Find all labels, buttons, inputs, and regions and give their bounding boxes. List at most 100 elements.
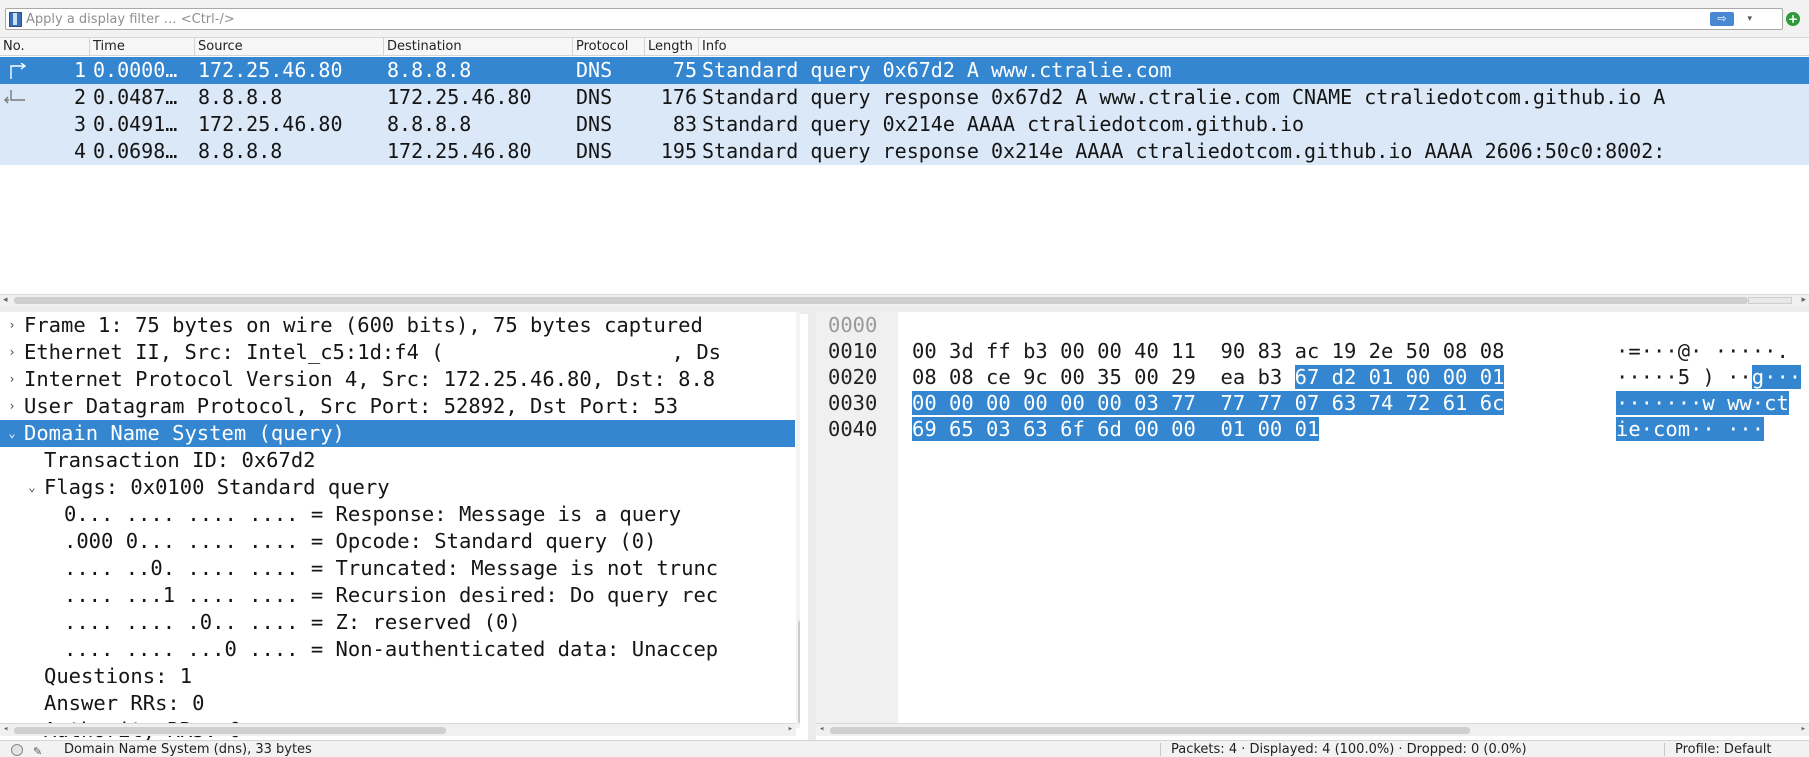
filter-bookmark-icon[interactable] — [9, 12, 22, 27]
detail-tree-row[interactable]: .... .... .0.. .... = Z: reserved (0) — [0, 609, 795, 636]
scrollbar-track-end[interactable] — [1748, 297, 1792, 304]
detail-tree-row[interactable]: .... .... ...0 .... = Non-authenticated … — [0, 636, 795, 663]
status-separator — [1664, 743, 1665, 756]
hex-bytes[interactable]: 69 65 03 63 6f 6d 00 00 01 00 01 — [912, 416, 1320, 442]
detail-tree-row[interactable]: › Frame 1: 75 bytes on wire (600 bits), 7… — [0, 312, 795, 339]
scroll-left-arrow-icon[interactable]: ◂ — [819, 724, 824, 734]
bytes-row[interactable]: 0040 69 65 03 63 6f 6d 00 00 01 00 01 ie·c… — [816, 416, 1809, 442]
packet-cell-destination: 8.8.8.8 — [387, 58, 472, 82]
tree-expanded-arrow-icon[interactable]: ⌄ — [25, 474, 39, 501]
detail-row-text: Internet Protocol Version 4, Src: 172.25… — [24, 367, 716, 391]
filter-history-dropdown-icon[interactable]: ▾ — [1747, 11, 1752, 27]
scroll-left-arrow-icon[interactable]: ◂ — [3, 295, 8, 305]
packet-row[interactable]: 1 0.0000… 172.25.46.80 8.8.8.8 DNS 75 Standard… — [0, 57, 1809, 84]
detail-tree-row[interactable]: Transaction ID: 0x67d2 — [0, 447, 795, 474]
packet-row[interactable]: 4 0.0698… 8.8.8.8 172.25.46.80 DNS 195 Standar… — [0, 138, 1809, 165]
scrollbar-thumb[interactable] — [830, 727, 1470, 734]
packet-cell-no: 2 — [73, 85, 86, 109]
detail-tree-row[interactable]: .000 0... .... .... = Opcode: Standard q… — [0, 528, 795, 555]
detail-tree-row[interactable]: .... ..0. .... .... = Truncated: Message… — [0, 555, 795, 582]
expert-info-led-icon[interactable] — [11, 744, 23, 756]
bytes-horizontal-scrollbar[interactable]: ◂ ▸ — [816, 723, 1809, 736]
packet-row[interactable]: 2 0.0487… 8.8.8.8 172.25.46.80 DNS 176 Standar… — [0, 84, 1809, 111]
packet-details-pane: › Frame 1: 75 bytes on wire (600 bits), 7… — [0, 312, 800, 742]
display-filter-input[interactable] — [26, 10, 1706, 28]
scrollbar-thumb[interactable] — [14, 297, 1748, 304]
detail-tree-row[interactable]: › Internet Protocol Version 4, Src: 172.2… — [0, 366, 795, 393]
bytes-row[interactable]: 0000 — [816, 312, 1809, 338]
pane-splitter-vertical[interactable] — [808, 312, 816, 742]
column-header-length[interactable]: Length — [645, 38, 699, 56]
ascii-bytes[interactable]: ie·com·· ··· — [1616, 416, 1765, 442]
bytes-row[interactable]: 0030 00 00 00 00 00 00 03 77 77 77 07 63 … — [816, 390, 1809, 416]
detail-row-text: Ethernet II, Src: Intel_c5:1d:f4 (, Ds — [24, 339, 721, 366]
packet-row[interactable]: 3 0.0491… 172.25.46.80 8.8.8.8 DNS 83 Standard… — [0, 111, 1809, 138]
hex-bytes[interactable]: 08 08 ce 9c 00 35 00 29 ea b3 67 d2 01 0… — [912, 364, 1505, 390]
packet-cell-info: Standard query response 0x67d2 A www.ctr… — [702, 85, 1666, 109]
details-horizontal-scrollbar[interactable]: ◂ ▸ — [0, 723, 796, 736]
detail-tree-row[interactable]: .... ...1 .... .... = Recursion desired:… — [0, 582, 795, 609]
packet-cell-length: 195 — [660, 139, 697, 163]
hex-bytes[interactable]: 00 3d ff b3 00 00 40 11 90 83 ac 19 2e 5… — [912, 338, 1504, 364]
packet-cell-source: 8.8.8.8 — [198, 139, 283, 163]
hex-bytes-highlighted: 69 65 03 63 6f 6d 00 00 01 00 01 — [912, 417, 1320, 441]
packet-cell-time: 0.0698… — [93, 139, 178, 163]
ascii-bytes-highlighted: g··· — [1751, 365, 1802, 389]
packet-cell-protocol: DNS — [576, 139, 613, 163]
column-header-time[interactable]: Time — [90, 38, 195, 56]
scroll-right-arrow-icon[interactable]: ▸ — [788, 724, 793, 734]
scroll-right-arrow-icon[interactable]: ▸ — [1801, 295, 1806, 305]
capture-comment-edit-icon[interactable]: ✎ — [33, 743, 47, 757]
hex-bytes-plain: 08 08 ce 9c 00 35 00 29 ea b3 — [912, 365, 1295, 389]
tree-collapsed-arrow-icon[interactable]: › — [5, 393, 19, 420]
bytes-row[interactable]: 0010 00 3d ff b3 00 00 40 11 90 83 ac 19 … — [816, 338, 1809, 364]
ascii-bytes[interactable]: ·······w ww·ct — [1616, 390, 1789, 416]
details-vertical-scrollbar[interactable] — [796, 312, 800, 728]
detail-tree-row[interactable]: 0... .... .... .... = Response: Message … — [0, 501, 795, 528]
scrollbar-thumb[interactable] — [798, 620, 800, 724]
ascii-bytes[interactable]: ·····5 ) ··g··· — [1616, 364, 1802, 390]
tree-expanded-arrow-icon[interactable]: ⌄ — [5, 420, 19, 447]
ascii-bytes[interactable]: ·=···@· ·····. — [1616, 338, 1789, 364]
detail-tree-row[interactable]: Answer RRs: 0 — [0, 690, 795, 717]
packet-cell-length: 176 — [660, 85, 697, 109]
column-header-source[interactable]: Source — [195, 38, 384, 56]
scroll-right-arrow-icon[interactable]: ▸ — [1801, 724, 1806, 734]
column-header-destination[interactable]: Destination — [384, 38, 573, 56]
display-filter-box[interactable]: ⇨ ▾ — [5, 8, 1783, 30]
column-header-info[interactable]: Info — [699, 38, 1809, 56]
packet-cell-info: Standard query 0x67d2 A www.ctralie.com — [702, 58, 1172, 82]
tree-collapsed-arrow-icon[interactable]: › — [5, 366, 19, 393]
hex-bytes-plain: 00 3d ff b3 00 00 40 11 90 83 ac 19 2e 5… — [912, 339, 1505, 363]
add-filter-button-icon[interactable]: + — [1786, 12, 1800, 26]
detail-row-text: Questions: 1 — [44, 664, 193, 688]
byte-offset: 0000 — [828, 313, 878, 337]
detail-tree-row[interactable]: ⌄ Flags: 0x0100 Standard query — [0, 474, 795, 501]
column-header-no[interactable]: No. — [0, 38, 90, 56]
detail-row-text: .... .... ...0 .... = Non-authenticated … — [64, 637, 719, 661]
detail-tree-row[interactable]: › Ethernet II, Src: Intel_c5:1d:f4 (, Ds — [0, 339, 795, 366]
tree-collapsed-arrow-icon[interactable]: › — [5, 339, 19, 366]
ascii-bytes-highlighted: ·······w ww·ct — [1616, 391, 1789, 415]
detail-row-text: Answer RRs: 0 — [44, 691, 205, 715]
column-header-protocol[interactable]: Protocol — [573, 38, 645, 56]
detail-text-part: , Ds — [671, 340, 722, 364]
apply-filter-arrow-icon[interactable]: ⇨ — [1710, 12, 1734, 26]
detail-tree-row[interactable]: › User Datagram Protocol, Src Port: 52892… — [0, 393, 795, 420]
tree-collapsed-arrow-icon[interactable]: › — [5, 312, 19, 339]
status-profile[interactable]: Profile: Default — [1675, 741, 1771, 757]
packet-cell-protocol: DNS — [576, 112, 613, 136]
bytes-row[interactable]: 0020 08 08 ce 9c 00 35 00 29 ea b3 67 d2 … — [816, 364, 1809, 390]
byte-offset: 0030 — [828, 391, 878, 415]
scrollbar-thumb[interactable] — [14, 727, 446, 734]
status-selected-field: Domain Name System (dns), 33 bytes — [64, 742, 312, 757]
redacted-address — [443, 342, 672, 364]
status-bar: ✎ Domain Name System (dns), 33 bytes Pac… — [0, 740, 1809, 757]
detail-tree-row[interactable]: Questions: 1 — [0, 663, 795, 690]
packet-list-horizontal-scrollbar[interactable]: ◂ ▸ — [0, 294, 1809, 306]
packet-cell-destination: 8.8.8.8 — [387, 112, 472, 136]
scroll-left-arrow-icon[interactable]: ◂ — [3, 724, 8, 734]
response-arrow-icon — [4, 90, 25, 104]
detail-tree-row[interactable]: ⌄ Domain Name System (query) — [0, 420, 795, 447]
hex-bytes[interactable]: 00 00 00 00 00 00 03 77 77 77 07 63 74 7… — [912, 390, 1505, 416]
